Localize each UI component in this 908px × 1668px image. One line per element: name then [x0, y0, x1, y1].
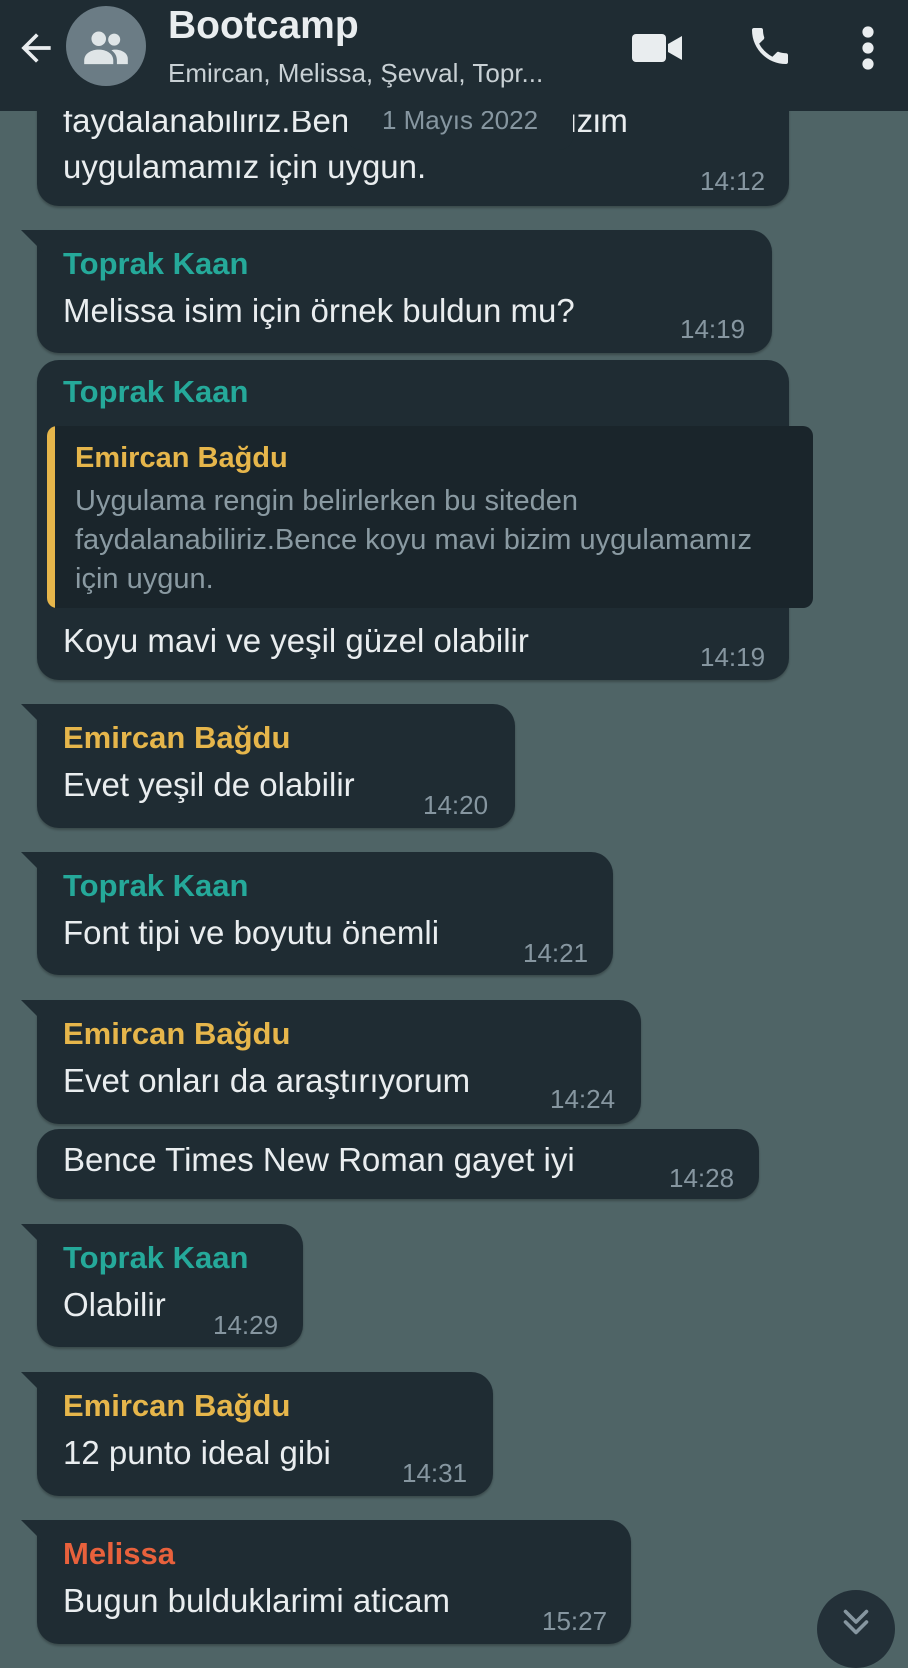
- message-text: Koyu mavi ve yeşil güzel olabilir: [63, 622, 529, 659]
- sender-name: Toprak Kaan: [63, 374, 249, 409]
- message-text: Bence Times New Roman gayet iyi: [63, 1141, 575, 1178]
- message-bubble[interactable]: Emircan Bağdu Evet onları da araştırıyor…: [21, 1000, 641, 1124]
- video-call-icon[interactable]: [632, 28, 684, 73]
- message-bubble[interactable]: Toprak Kaan Melissa isim için örnek buld…: [21, 230, 772, 353]
- message-text: 12 punto ideal gibi: [63, 1434, 331, 1471]
- message-text: Evet yeşil de olabilir: [63, 766, 355, 803]
- message-time: 14:12: [700, 166, 766, 196]
- message-bubble[interactable]: Emircan Bağdu Evet yeşil de olabilir 14:…: [21, 704, 515, 828]
- bubble-tail: [21, 1224, 43, 1246]
- message-text: Olabilir: [63, 1286, 166, 1323]
- chat-title[interactable]: Bootcamp: [168, 4, 359, 48]
- message-time: 15:27: [542, 1606, 608, 1636]
- message-time: 14:19: [680, 314, 746, 344]
- quote-bar: [47, 426, 55, 608]
- message-text: Evet onları da araştırıyorum: [63, 1062, 471, 1099]
- double-chevron-down-icon: [843, 1609, 869, 1635]
- message-bubble[interactable]: Bence Times New Roman gayet iyi 14:28: [37, 1129, 759, 1199]
- sender-name: Emircan Bağdu: [63, 1388, 291, 1423]
- message-bubble[interactable]: Toprak Kaan Font tipi ve boyutu önemli 1…: [21, 852, 613, 975]
- message-bubble[interactable]: Toprak Kaan Emircan Bağdu Uygulama rengi…: [37, 360, 813, 680]
- chat-participants[interactable]: Emircan, Melissa, Şevval, Topr...: [168, 58, 543, 89]
- app-bar: Bootcamp Emircan, Melissa, Şevval, Topr.…: [0, 0, 908, 111]
- sender-name: Emircan Bağdu: [63, 1016, 291, 1051]
- bubble-tail: [21, 1000, 43, 1022]
- message-time: 14:28: [669, 1163, 735, 1193]
- message-time: 14:21: [523, 938, 589, 968]
- message-time: 14:19: [700, 642, 766, 672]
- scroll-to-bottom-button[interactable]: [817, 1590, 895, 1668]
- bubble-tail: [21, 1520, 43, 1542]
- sender-name: Emircan Bağdu: [63, 720, 291, 755]
- bubble-tail: [21, 230, 43, 252]
- more-vert-icon[interactable]: [856, 26, 880, 75]
- message-text: Font tipi ve boyutu önemli: [63, 914, 440, 951]
- sender-name: Toprak Kaan: [63, 868, 249, 903]
- bubble-tail: [21, 852, 43, 874]
- sender-name: Toprak Kaan: [63, 1240, 249, 1275]
- message-bubble[interactable]: Melissa Bugun bulduklarimi aticam 15:27: [21, 1520, 631, 1644]
- bubble-tail: [21, 1372, 43, 1394]
- group-avatar[interactable]: [66, 6, 146, 86]
- message-text: Melissa isim için örnek buldun mu?: [63, 292, 575, 329]
- message-time: 14:24: [550, 1084, 616, 1114]
- message-time: 14:31: [402, 1458, 468, 1488]
- phone-icon[interactable]: [746, 22, 794, 75]
- message-bubble[interactable]: Toprak Kaan Olabilir 14:29: [21, 1224, 303, 1347]
- quoted-text: Uygulama rengin belirlerken bu siteden f…: [75, 485, 752, 595]
- bubble-tail: [21, 704, 43, 726]
- message-text: Bugun bulduklarimi aticam: [63, 1582, 451, 1619]
- back-arrow-icon[interactable]: [14, 26, 64, 76]
- message-time: 14:20: [423, 790, 489, 820]
- group-avatar-icon: [84, 31, 128, 65]
- sender-name: Melissa: [63, 1536, 176, 1571]
- message-bubble[interactable]: Emircan Bağdu 12 punto ideal gibi 14:31: [21, 1372, 493, 1496]
- message-text: uygulamamız için uygun.: [63, 148, 427, 185]
- message-time: 14:29: [213, 1310, 279, 1340]
- quoted-message[interactable]: Emircan Bağdu Uygulama rengin belirlerke…: [47, 426, 813, 608]
- quoted-sender: Emircan Bağdu: [75, 442, 288, 474]
- sender-name: Toprak Kaan: [63, 246, 249, 281]
